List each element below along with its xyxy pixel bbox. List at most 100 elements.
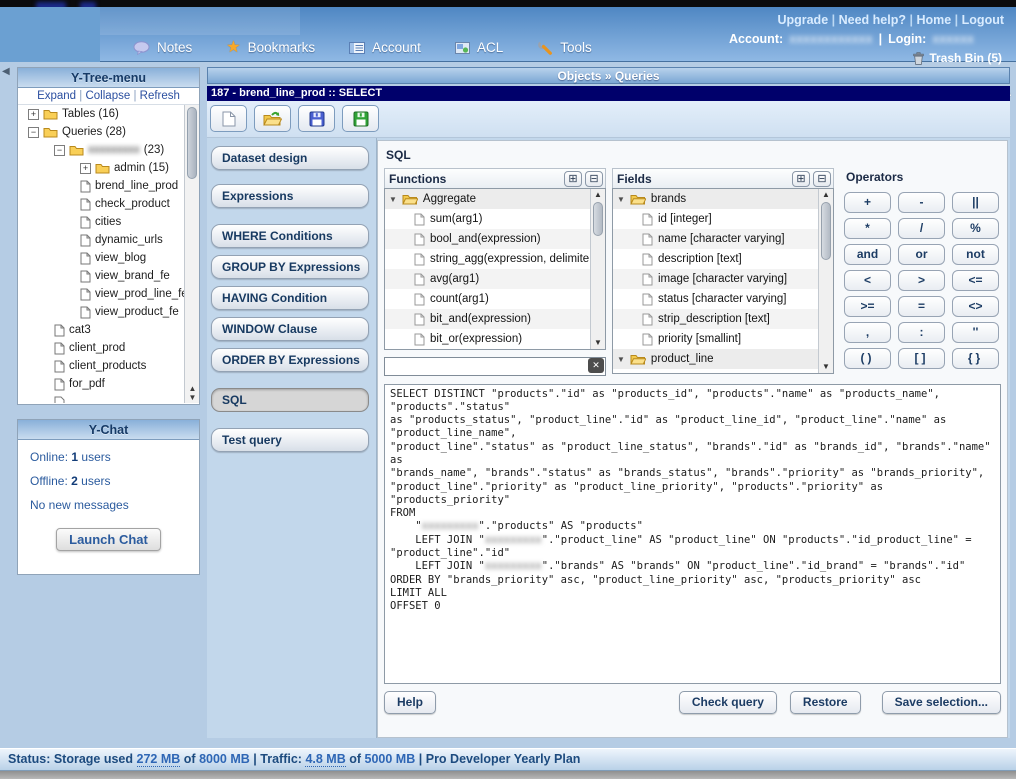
nav-item-account[interactable]: Account [349,40,421,55]
check-query-button[interactable]: Check query [678,690,777,714]
functions-scrollbar[interactable]: ▲ ▼ [590,189,605,349]
nav-item-tools[interactable]: Tools [537,40,592,55]
new-query-button[interactable] [210,105,247,132]
scroll-up-icon[interactable]: ▲ [185,384,199,393]
functions-folder-aggregate[interactable]: ▼ Aggregate [385,189,605,209]
expand-all-icon[interactable]: ⊞ [792,170,810,187]
fields-folder-product-line[interactable]: ▼ product_line [613,349,833,369]
open-query-button[interactable] [254,105,291,132]
operator-button[interactable]: < [844,270,891,291]
tree-scrollbar[interactable]: ▲ ▼ [184,105,199,403]
menu-sql[interactable]: SQL [211,388,369,412]
function-item[interactable]: sum(arg1) [385,209,605,229]
fields-scrollbar-thumb[interactable] [821,202,831,260]
launch-chat-button[interactable]: Launch Chat [56,528,161,551]
menu-window-clause[interactable]: WINDOW Clause [211,317,369,341]
tree-item-query[interactable]: check_product [18,195,199,213]
field-item[interactable]: description [text] [613,249,833,269]
save-query-button[interactable] [298,105,335,132]
field-item[interactable]: priority [smallint] [613,329,833,349]
operator-button[interactable]: , [844,322,891,343]
expand-link[interactable]: Expand [37,90,76,102]
tree-item-query[interactable]: view_brand_fe [18,267,199,285]
tree-item-schema-folder[interactable]: − xxxxxxxxx (23) [18,141,199,159]
function-item[interactable]: avg(arg1) [385,269,605,289]
collapse-all-icon[interactable]: ⊟ [585,170,603,187]
collapse-all-icon[interactable]: ⊟ [813,170,831,187]
operator-button[interactable]: () [844,348,891,369]
menu-dataset-design[interactable]: Dataset design [211,146,369,170]
operator-button[interactable]: >= [844,296,891,317]
function-item[interactable]: count(arg1) [385,289,605,309]
tree-item-query[interactable]: view_prod_line_fe [18,285,199,303]
functions-scrollbar-thumb[interactable] [593,202,603,236]
save-selection-button[interactable]: Save selection... [881,690,1001,714]
tree-item-query[interactable]: client_prod [18,339,199,357]
tree-scrollbar-arrows[interactable]: ▲ ▼ [185,384,199,402]
menu-having[interactable]: HAVING Condition [211,286,369,310]
tree-item-query[interactable]: view_blog [18,249,199,267]
operator-button[interactable]: and [844,244,891,265]
function-item[interactable]: bit_or(expression) [385,329,605,349]
tree-expand-icon[interactable]: + [80,162,91,174]
operator-button[interactable]: {} [952,348,999,369]
tree-item-query[interactable]: cat3 [18,321,199,339]
tree-item-query[interactable]: client_products [18,357,199,375]
operator-button[interactable]: - [898,192,945,213]
refresh-link[interactable]: Refresh [140,90,180,102]
operator-button[interactable]: + [844,192,891,213]
need-help-link[interactable]: Need help? [839,13,906,27]
fields-scrollbar[interactable]: ▲ ▼ [818,189,833,373]
tree-open-triangle-icon[interactable]: ▼ [389,195,397,204]
operator-button[interactable]: % [952,218,999,239]
operator-button[interactable]: <> [952,296,999,317]
logout-link[interactable]: Logout [962,13,1004,27]
operator-button[interactable]: || [952,192,999,213]
tree-item-queries[interactable]: − Queries (28) [18,123,199,141]
tree-expand-icon[interactable]: + [28,108,39,120]
operator-button[interactable]: not [952,244,999,265]
save-as-query-button[interactable] [342,105,379,132]
expand-all-icon[interactable]: ⊞ [564,170,582,187]
tree-collapse-icon[interactable]: − [28,126,39,138]
field-item[interactable]: name [character varying] [613,229,833,249]
nav-item-notes[interactable]: Notes [133,40,192,55]
operator-button[interactable]: <= [952,270,999,291]
tree-collapse-icon[interactable]: − [54,144,65,156]
collapse-link[interactable]: Collapse [85,90,130,102]
tree-item-query[interactable]: cities [18,213,199,231]
operator-button[interactable]: '' [952,322,999,343]
menu-where-conditions[interactable]: WHERE Conditions [211,224,369,248]
operator-button[interactable]: / [898,218,945,239]
tree-item-query[interactable]: dynamic_urls [18,231,199,249]
tree-item-query[interactable]: for_pdf [18,375,199,393]
tree-item-tables[interactable]: + Tables (16) [18,105,199,123]
operator-button[interactable]: > [898,270,945,291]
nav-item-bookmarks[interactable]: ★ Bookmarks [226,39,315,55]
nav-item-acl[interactable]: ACL [454,40,503,55]
home-link[interactable]: Home [916,13,951,27]
restore-button[interactable]: Restore [789,690,861,714]
function-item[interactable]: bit_and(expression) [385,309,605,329]
tree-scrollbar-thumb[interactable] [187,107,197,179]
sql-editor[interactable]: SELECT DISTINCT "products"."id" as "prod… [384,383,1001,684]
help-button[interactable]: Help [384,690,437,714]
function-item[interactable]: string_agg(expression, delimite [385,249,605,269]
menu-group-by[interactable]: GROUP BY Expressions [211,255,369,279]
tree-item-admin[interactable]: + admin (15) [18,159,199,177]
tree-item-query[interactable]: view_product_fe [18,303,199,321]
tree-item-query[interactable]: brend_line_prod [18,177,199,195]
field-item[interactable]: image [character varying] [613,269,833,289]
fields-folder-brands[interactable]: ▼ brands [613,189,833,209]
operator-button[interactable]: or [898,244,945,265]
operator-button[interactable]: * [844,218,891,239]
field-item[interactable]: id [integer] [613,209,833,229]
menu-test-query[interactable]: Test query [211,428,369,452]
scroll-down-icon[interactable]: ▼ [819,361,833,373]
tree-open-triangle-icon[interactable]: ▼ [617,355,625,364]
upgrade-link[interactable]: Upgrade [777,13,828,27]
scroll-down-icon[interactable]: ▼ [591,337,605,349]
operator-button[interactable]: [] [898,348,945,369]
scroll-up-icon[interactable]: ▲ [819,189,833,201]
operator-button[interactable]: = [898,296,945,317]
